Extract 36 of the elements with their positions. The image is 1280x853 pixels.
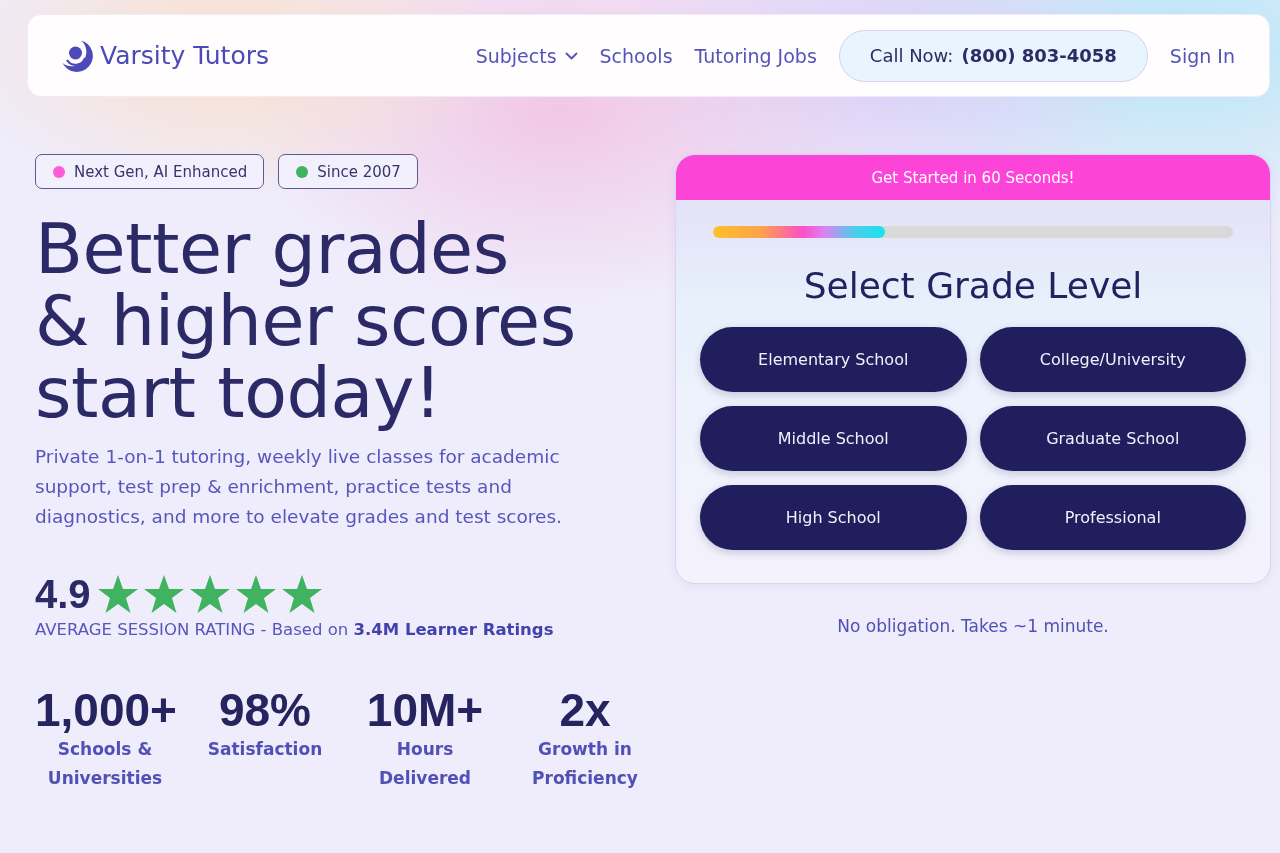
- star-icon: [234, 574, 277, 614]
- stat-label: Hours Delivered: [378, 738, 472, 790]
- grade-button[interactable]: Professional: [979, 485, 1246, 550]
- chevron-down-icon: [564, 51, 578, 60]
- star-icon: [96, 574, 139, 614]
- hero-description: Private 1-on-1 tutoring, weekly live classes for academic support, test prep & enrichment, practice tests and diagnostics, and more to elevate grades and test scores.: [35, 445, 563, 529]
- hero-headline: Better grades & higher scores start today!: [35, 213, 577, 429]
- card-title: Select Grade Level: [802, 264, 1144, 308]
- grade-button[interactable]: Elementary School: [700, 327, 967, 392]
- logo-icon: [60, 38, 94, 73]
- stat-label: Growth in Proficiency: [531, 738, 639, 790]
- star-icon: [142, 574, 185, 614]
- nav-link[interactable]: Subjects: [475, 44, 578, 67]
- grade-button[interactable]: High School: [700, 485, 967, 550]
- rating-caption: AVERAGE SESSION RATING - Based on 3.4M Learner Ratings: [35, 620, 555, 639]
- card-banner: Get Started in 60 Seconds!: [676, 155, 1270, 200]
- stat-value: 2x: [558, 685, 612, 735]
- sign-in-link[interactable]: Sign In: [1169, 44, 1235, 67]
- stat-value: 10M+: [365, 685, 485, 735]
- stat-value: 1,000+: [35, 685, 175, 735]
- stat-label: Schools & Universities: [46, 738, 164, 790]
- call-button[interactable]: Call Now: (800) 803-4058: [838, 29, 1148, 82]
- grade-button[interactable]: Middle School: [700, 406, 967, 471]
- rating-score: 4.9: [35, 571, 91, 617]
- star-icon: [188, 574, 231, 614]
- nav-link[interactable]: Schools: [599, 44, 673, 67]
- tag-label: Next Gen, AI Enhanced: [74, 162, 248, 181]
- note-text: No obligation. Takes ~1 minute.: [836, 615, 1110, 638]
- star-icon: [280, 574, 323, 614]
- grade-button[interactable]: Graduate School: [979, 406, 1246, 471]
- stat-label: Satisfaction: [206, 738, 324, 761]
- stat-value: 98%: [217, 685, 313, 735]
- grade-button[interactable]: College/University: [979, 327, 1246, 392]
- logo-link[interactable]: Varsity Tutors: [60, 38, 269, 73]
- nav-link[interactable]: Tutoring Jobs: [694, 44, 817, 67]
- tag-label: Since 2007: [317, 162, 401, 181]
